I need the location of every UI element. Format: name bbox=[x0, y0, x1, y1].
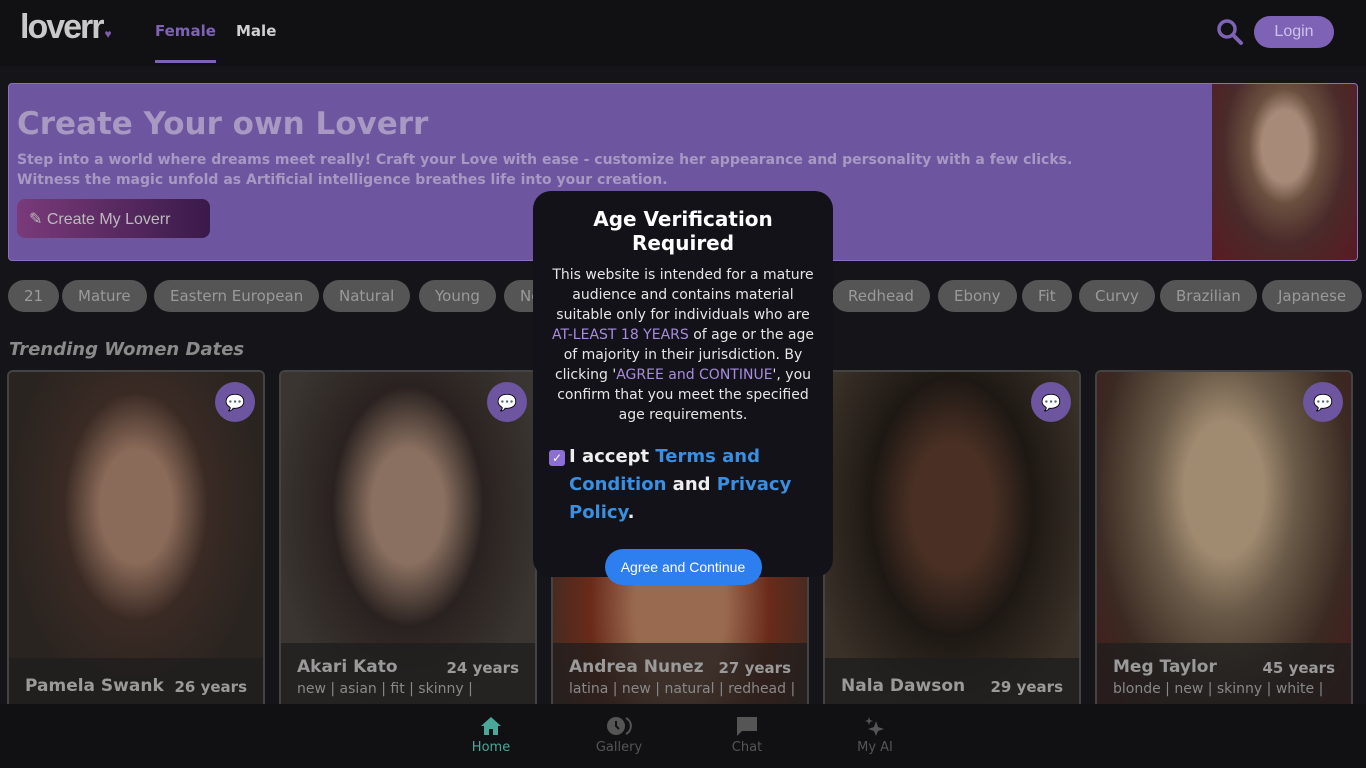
chip[interactable]: Natural bbox=[323, 280, 411, 312]
card-tags: new | asian | fit | skinny | bbox=[297, 681, 473, 697]
card-age: 27 years bbox=[718, 659, 792, 677]
banner-title: Create Your own Loverr bbox=[17, 106, 429, 142]
section-title: Trending Women Dates bbox=[9, 339, 245, 360]
logo-text: loverr bbox=[20, 8, 104, 46]
card-age: 26 years bbox=[174, 678, 248, 696]
chip[interactable]: Ebony bbox=[938, 280, 1017, 312]
top-bar: loverr ♥ Female Male Login bbox=[0, 0, 1366, 66]
chip[interactable]: Japanese bbox=[1262, 280, 1363, 312]
card-age: 29 years bbox=[990, 678, 1064, 696]
accept-terms: ✓ I accept Terms and Condition and Privac… bbox=[549, 443, 815, 527]
chip[interactable]: Eastern European bbox=[154, 280, 320, 312]
profile-card[interactable]: 💬 Meg Taylor 45 years blonde | new | skinn… bbox=[1095, 370, 1353, 710]
nav-my-ai[interactable]: My AI bbox=[835, 716, 915, 755]
nav-gallery[interactable]: Gallery bbox=[579, 716, 659, 755]
banner-image bbox=[1212, 84, 1357, 260]
nav-chat[interactable]: Chat bbox=[707, 716, 787, 755]
chat-icon bbox=[737, 717, 757, 736]
chip[interactable]: 21 bbox=[8, 280, 60, 312]
profile-card[interactable]: 💬 Akari Kato 24 years new | asian | fit | … bbox=[279, 370, 537, 710]
chip[interactable]: Redhead bbox=[832, 280, 930, 312]
accept-checkbox[interactable]: ✓ bbox=[549, 450, 565, 466]
chip[interactable]: Curvy bbox=[1079, 280, 1155, 312]
nav-home[interactable]: Home bbox=[451, 716, 531, 755]
profile-card[interactable]: 💬 Pamela Swank 26 years bbox=[7, 370, 265, 710]
create-my-loverr-button[interactable]: ✎ Create My Loverr bbox=[17, 199, 210, 238]
age-verification-modal: Age Verification Required This website i… bbox=[533, 191, 833, 585]
home-icon bbox=[481, 717, 501, 735]
modal-title: Age Verification Required bbox=[593, 207, 773, 255]
search-icon[interactable] bbox=[1216, 18, 1244, 46]
logo[interactable]: loverr ♥ bbox=[20, 8, 112, 47]
profile-card[interactable]: 💬 Nala Dawson 29 years bbox=[823, 370, 1081, 710]
chat-icon[interactable]: 💬 bbox=[215, 382, 255, 422]
card-age: 24 years bbox=[446, 659, 520, 677]
banner-text: Step into a world where dreams meet real… bbox=[17, 150, 1117, 190]
tab-female[interactable]: Female bbox=[155, 22, 216, 63]
chat-icon[interactable]: 💬 bbox=[1303, 382, 1343, 422]
chat-icon[interactable]: 💬 bbox=[1031, 382, 1071, 422]
tab-male[interactable]: Male bbox=[236, 22, 276, 40]
modal-text-a: This website is intended for a mature au… bbox=[552, 267, 814, 323]
magic-wand-icon: ✎ bbox=[29, 210, 47, 228]
chip[interactable]: Fit bbox=[1022, 280, 1072, 312]
agree-highlight: AGREE and CONTINUE bbox=[616, 367, 773, 383]
chip[interactable]: Mature bbox=[62, 280, 147, 312]
nav-label: Home bbox=[471, 740, 511, 755]
heart-icon: ♥ bbox=[104, 27, 112, 41]
agree-continue-button[interactable]: Agree and Continue bbox=[604, 549, 762, 585]
banner-text-line1: Step into a world where dreams meet real… bbox=[17, 152, 1073, 168]
chip[interactable]: Brazilian bbox=[1160, 280, 1257, 312]
chip[interactable]: Young bbox=[419, 280, 496, 312]
accept-and: and bbox=[666, 474, 717, 495]
bottom-nav: Home Gallery Chat My AI bbox=[0, 704, 1366, 768]
nav-label: My AI bbox=[857, 740, 893, 755]
card-tags: latina | new | natural | redhead | bbox=[569, 681, 796, 697]
login-button[interactable]: Login bbox=[1254, 16, 1334, 48]
gallery-icon bbox=[607, 717, 632, 735]
accept-text: I accept bbox=[569, 446, 656, 467]
chat-icon[interactable]: 💬 bbox=[487, 382, 527, 422]
create-button-label: Create My Loverr bbox=[46, 210, 171, 228]
card-tags: blonde | new | skinny | white | bbox=[1113, 681, 1324, 697]
modal-text: This website is intended for a mature au… bbox=[551, 265, 815, 425]
card-age: 45 years bbox=[1262, 659, 1336, 677]
sparkles-icon bbox=[865, 717, 884, 736]
accept-period: . bbox=[627, 502, 635, 523]
banner-text-line2: Witness the magic unfold as Artificial i… bbox=[17, 172, 668, 188]
nav-label: Gallery bbox=[595, 740, 643, 755]
nav-label: Chat bbox=[731, 740, 763, 755]
age-highlight: AT-LEAST 18 YEARS bbox=[552, 327, 689, 343]
